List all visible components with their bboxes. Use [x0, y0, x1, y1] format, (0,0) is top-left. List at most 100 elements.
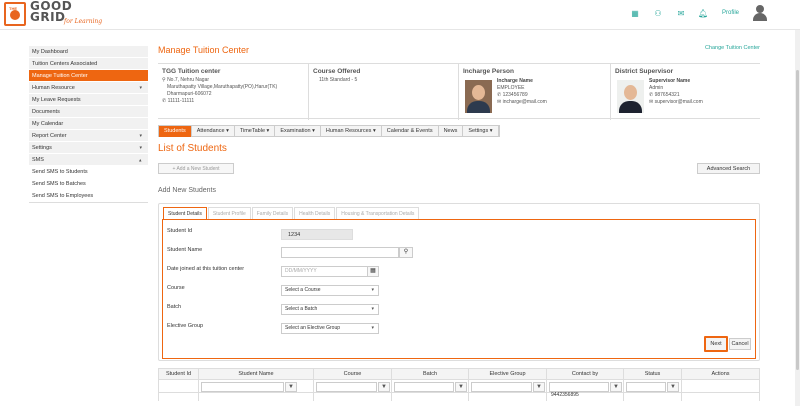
course-select[interactable]: Select a Course ▾	[281, 285, 379, 296]
date-joined-input[interactable]: DD/MM/YYYY	[281, 266, 368, 277]
course-offered-panel: Course Offered 11th Standard - 5	[308, 64, 458, 120]
course-offered-heading: Course Offered	[313, 68, 361, 75]
sidebar-item-tuition-centers[interactable]: Tuition Centers Associated	[29, 58, 148, 70]
supervisor-heading: District Supervisor	[615, 68, 674, 75]
brand-logo[interactable]: THE GOOD GRID for Learning	[4, 0, 124, 32]
sidebar-item-documents[interactable]: Documents	[29, 106, 148, 118]
supervisor-name: Supervisor Name	[649, 78, 691, 84]
chevron-down-icon: ▾	[139, 133, 142, 139]
tab-news[interactable]: News	[439, 126, 464, 137]
form-tabs: Student Details Student Profile Family D…	[163, 207, 420, 219]
sidebar-sub-sms-batches[interactable]: Send SMS to Batches	[29, 178, 148, 190]
filter-status-input[interactable]	[626, 382, 666, 392]
col-actions: Actions	[681, 368, 760, 380]
sidebar-item-settings[interactable]: Settings ▾	[29, 142, 148, 154]
sidebar-item-sms[interactable]: SMS ▾	[29, 154, 148, 166]
add-new-student-button[interactable]: + Add a New Student	[158, 163, 234, 174]
elective-group-select[interactable]: Select an Elective Group ▾	[281, 323, 379, 334]
col-student-id[interactable]: Student Id	[158, 368, 199, 380]
user-avatar-icon[interactable]	[752, 5, 768, 21]
batch-select[interactable]: Select a Batch ▾	[281, 304, 379, 315]
sidebar-item-leave-requests[interactable]: My Leave Requests	[29, 94, 148, 106]
filter-batch-input[interactable]	[394, 382, 454, 392]
supervisor-panel: District Supervisor Supervisor Name Admi…	[610, 64, 760, 120]
col-elective-group[interactable]: Elective Group	[468, 368, 547, 380]
advanced-search-button[interactable]: Advanced Search	[697, 163, 760, 174]
tab-family-details[interactable]: Family Details	[251, 207, 294, 219]
filter-icon[interactable]: ▼	[285, 382, 297, 392]
incharge-photo	[465, 80, 492, 113]
tab-settings[interactable]: Settings ▾	[463, 126, 499, 137]
student-details-form: Student Id 1234 Student Name ⚲ Date join…	[162, 219, 756, 359]
course-offered-value: 11th Standard - 5	[319, 77, 358, 83]
caret-down-icon: ▾	[371, 287, 374, 293]
logo-mark-icon: THE	[4, 2, 26, 26]
col-student-name[interactable]: Student Name	[198, 368, 314, 380]
col-status[interactable]: Status	[623, 368, 682, 380]
tab-examination[interactable]: Examination ▾	[275, 126, 321, 137]
col-batch[interactable]: Batch	[391, 368, 469, 380]
next-button[interactable]: Next	[704, 336, 728, 352]
calendar-icon[interactable]: ▦	[367, 266, 379, 277]
tab-student-details[interactable]: Student Details	[163, 207, 207, 219]
incharge-name: Incharge Name	[497, 78, 533, 84]
bell-icon[interactable]: 🔔︎	[698, 9, 708, 19]
student-name-input[interactable]	[281, 247, 399, 258]
add-new-students-title: Add New Students	[158, 187, 216, 194]
tab-human-resources[interactable]: Human Resources ▾	[321, 126, 382, 137]
filter-icon[interactable]: ▼	[378, 382, 390, 392]
sidebar-item-manage-tuition-center[interactable]: Manage Tuition Center	[29, 70, 148, 82]
mail-icon[interactable]: ✉	[676, 9, 686, 19]
center-info-panel: TGG Tuition center ⚲ No.7, Nehru Nagar M…	[158, 63, 760, 120]
col-contact-by[interactable]: Contact by	[546, 368, 624, 380]
supervisor-photo	[617, 80, 644, 113]
tab-calendar-events[interactable]: Calendar & Events	[382, 126, 439, 137]
center-details: TGG Tuition center ⚲ No.7, Nehru Nagar M…	[158, 64, 308, 120]
sidebar-sub-sms-students[interactable]: Send SMS to Students	[29, 166, 148, 178]
profile-link[interactable]: Profile	[722, 10, 739, 16]
chevron-down-icon: ▾	[139, 145, 142, 151]
sidebar-item-human-resource[interactable]: Human Resource ▾	[29, 82, 148, 94]
tab-timetable[interactable]: TimeTable ▾	[235, 126, 276, 137]
filter-icon[interactable]: ▼	[610, 382, 622, 392]
module-tabs: Students Attendance ▾ TimeTable ▾ Examin…	[158, 125, 500, 137]
tab-housing-transportation[interactable]: Housing & Transportation Details	[336, 207, 420, 219]
list-of-students-title: List of Students	[158, 143, 227, 154]
filter-student-name-input[interactable]	[201, 382, 284, 392]
supervisor-phone: 987654321	[654, 92, 680, 98]
incharge-panel: Incharge Person Incharge Name EMPLOYEE ✆…	[458, 64, 610, 120]
page-scrollbar[interactable]	[795, 30, 800, 406]
students-table: Student Id Student Name Course Batch Ele…	[158, 368, 760, 401]
tab-students[interactable]: Students	[159, 126, 192, 137]
col-course[interactable]: Course	[313, 368, 392, 380]
logo-tagline: for Learning	[64, 18, 103, 25]
filter-icon[interactable]: ▼	[533, 382, 545, 392]
filter-elective-input[interactable]	[471, 382, 532, 392]
caret-down-icon: ▾	[371, 325, 374, 331]
tab-student-profile[interactable]: Student Profile	[207, 207, 251, 219]
top-bar: THE GOOD GRID for Learning ▦ ⚇ ✉ 🔔︎ Prof…	[0, 0, 800, 30]
course-label: Course	[167, 285, 185, 291]
table-row[interactable]: 9442356895	[158, 392, 760, 401]
sidebar-item-calendar[interactable]: My Calendar	[29, 118, 148, 130]
apps-icon[interactable]: ▦	[630, 9, 640, 19]
center-address-line3: Dharmapuri-606072	[167, 91, 212, 97]
center-address-line2: Maruthapatty Village,Maruthapatty(PO),Ha…	[167, 84, 278, 90]
tab-health-details[interactable]: Health Details	[294, 207, 336, 219]
users-icon[interactable]: ⚇	[653, 9, 663, 19]
tab-attendance[interactable]: Attendance ▾	[192, 126, 235, 137]
incharge-phone: 123456789	[502, 92, 528, 98]
sidebar-sub-sms-employees[interactable]: Send SMS to Employees	[29, 190, 148, 202]
filter-contact-input[interactable]	[549, 382, 609, 392]
filter-icon[interactable]: ▼	[455, 382, 467, 392]
search-icon[interactable]: ⚲	[399, 247, 413, 258]
filter-row: ▼ ▼ ▼ ▼ ▼ ▼	[158, 379, 760, 393]
sidebar-item-report-center[interactable]: Report Center ▾	[29, 130, 148, 142]
cancel-button[interactable]: Cancel	[729, 338, 751, 350]
filter-course-input[interactable]	[316, 382, 377, 392]
filter-icon[interactable]: ▼	[667, 382, 679, 392]
caret-down-icon: ▾	[371, 306, 374, 312]
supervisor-role: Admin	[649, 85, 664, 91]
change-tuition-center-link[interactable]: Change Tuition Center	[705, 45, 760, 51]
sidebar-item-dashboard[interactable]: My Dashboard	[29, 46, 148, 58]
